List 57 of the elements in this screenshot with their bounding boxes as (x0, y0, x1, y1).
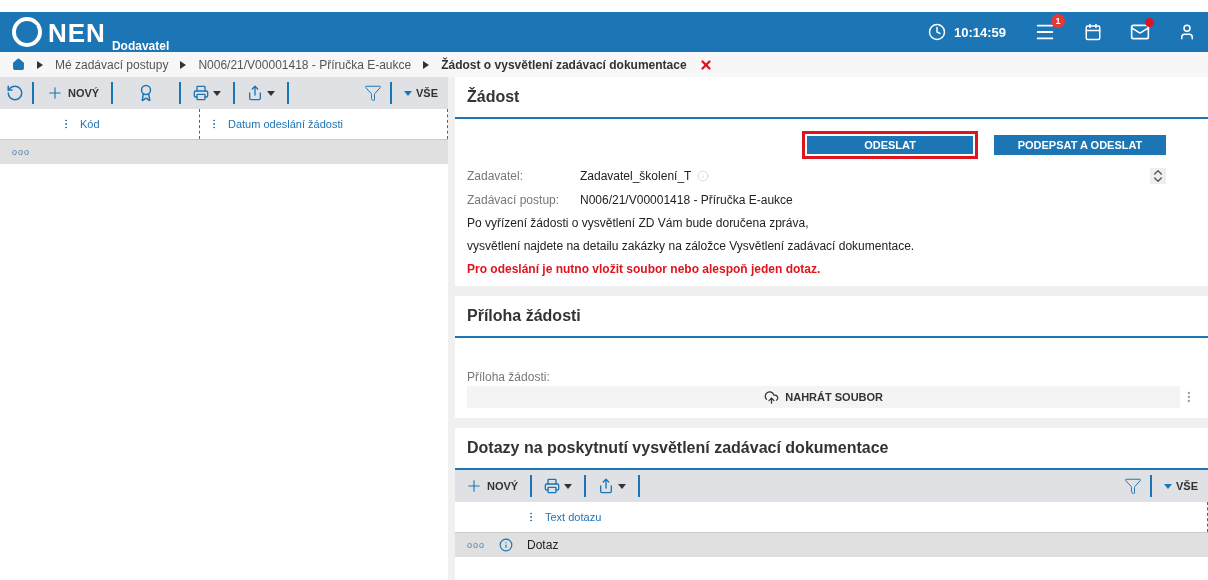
section-title: Žádost (455, 77, 1208, 119)
calendar-icon[interactable] (1084, 23, 1102, 41)
logo-text: NEN (48, 19, 106, 47)
column-header[interactable]: Text dotazu (455, 502, 1208, 532)
breadcrumb-link[interactable]: Žádost o vysvětlení zadávací dokumentace (441, 57, 687, 72)
close-icon[interactable] (698, 57, 713, 72)
info-icon[interactable] (499, 538, 514, 552)
filter-icon[interactable] (1124, 477, 1142, 495)
mail-icon[interactable] (1130, 22, 1150, 42)
cloud-upload-icon (764, 389, 780, 405)
field-value: Zadavatel_školení_T (580, 169, 692, 183)
plus-icon (465, 477, 483, 495)
info-text: Pro odeslání je nutno vložit soubor nebo alespoň jeden dotaz. (467, 262, 822, 276)
column-header[interactable]: Kód (0, 109, 200, 139)
field-label: Příloha žádosti: (467, 370, 551, 384)
table-cell: Dotaz (527, 538, 559, 552)
caret-icon (267, 90, 276, 96)
printer-icon (544, 478, 561, 494)
new-button[interactable]: NOVÝ (461, 477, 523, 495)
field-value: N006/21/V00001418 - Příručka E-aukce (580, 193, 793, 207)
caret-icon (564, 483, 573, 489)
logo-icon (12, 17, 42, 47)
home-icon[interactable] (12, 58, 25, 71)
new-button[interactable]: NOVÝ (42, 84, 104, 102)
filter-all-dropdown[interactable]: VŠE (1160, 480, 1202, 492)
caret-icon (213, 90, 222, 96)
submit-button[interactable]: ODESLAT (802, 131, 978, 159)
notification-badge: 1 (1051, 14, 1065, 28)
printer-icon (193, 85, 210, 101)
filter-icon[interactable] (364, 84, 382, 102)
caret-icon (1164, 483, 1172, 489)
plus-icon (46, 84, 64, 102)
stepper-icon[interactable] (1150, 168, 1166, 184)
submit-button[interactable]: PODEPSAT A ODESLAT (994, 135, 1166, 155)
clock-time: 10:14:59 (953, 24, 1006, 40)
column-header[interactable]: Datum odeslání žádosti (200, 109, 448, 139)
info-text: vysvětlení najdete na detailu zakázky na záložce Vysvětlení zadávací dokumentace. (467, 239, 916, 253)
section-title: Příloha žádosti (455, 296, 1208, 338)
field-label: Zadávací postup: (467, 193, 561, 207)
clock-icon (927, 23, 946, 41)
breadcrumb-separator-icon (180, 60, 187, 69)
caret-icon (404, 90, 412, 96)
user-icon[interactable] (1178, 23, 1196, 41)
breadcrumb-link[interactable]: N006/21/V00001418 - Příručka E-aukce (198, 57, 412, 72)
info-text: Po vyřízení žádosti o vysvětlení ZD Vám bude doručena zpráva, (467, 216, 810, 230)
caret-icon (618, 483, 627, 489)
share-icon (598, 478, 615, 494)
table-row[interactable]: ooo Dotaz (455, 533, 1208, 557)
field-label: Zadavatel: (467, 169, 525, 183)
breadcrumb-separator-icon (423, 60, 430, 69)
share-icon (247, 85, 264, 101)
breadcrumb-link[interactable]: Mé zadávací postupy (55, 57, 169, 72)
refresh-icon[interactable] (6, 84, 24, 102)
upload-button[interactable]: NAHRÁT SOUBOR (467, 386, 1181, 408)
breadcrumb-separator-icon (37, 60, 43, 69)
logo-subtitle: Dodavatel (111, 39, 170, 53)
filter-all-dropdown[interactable]: VŠE (400, 87, 442, 99)
